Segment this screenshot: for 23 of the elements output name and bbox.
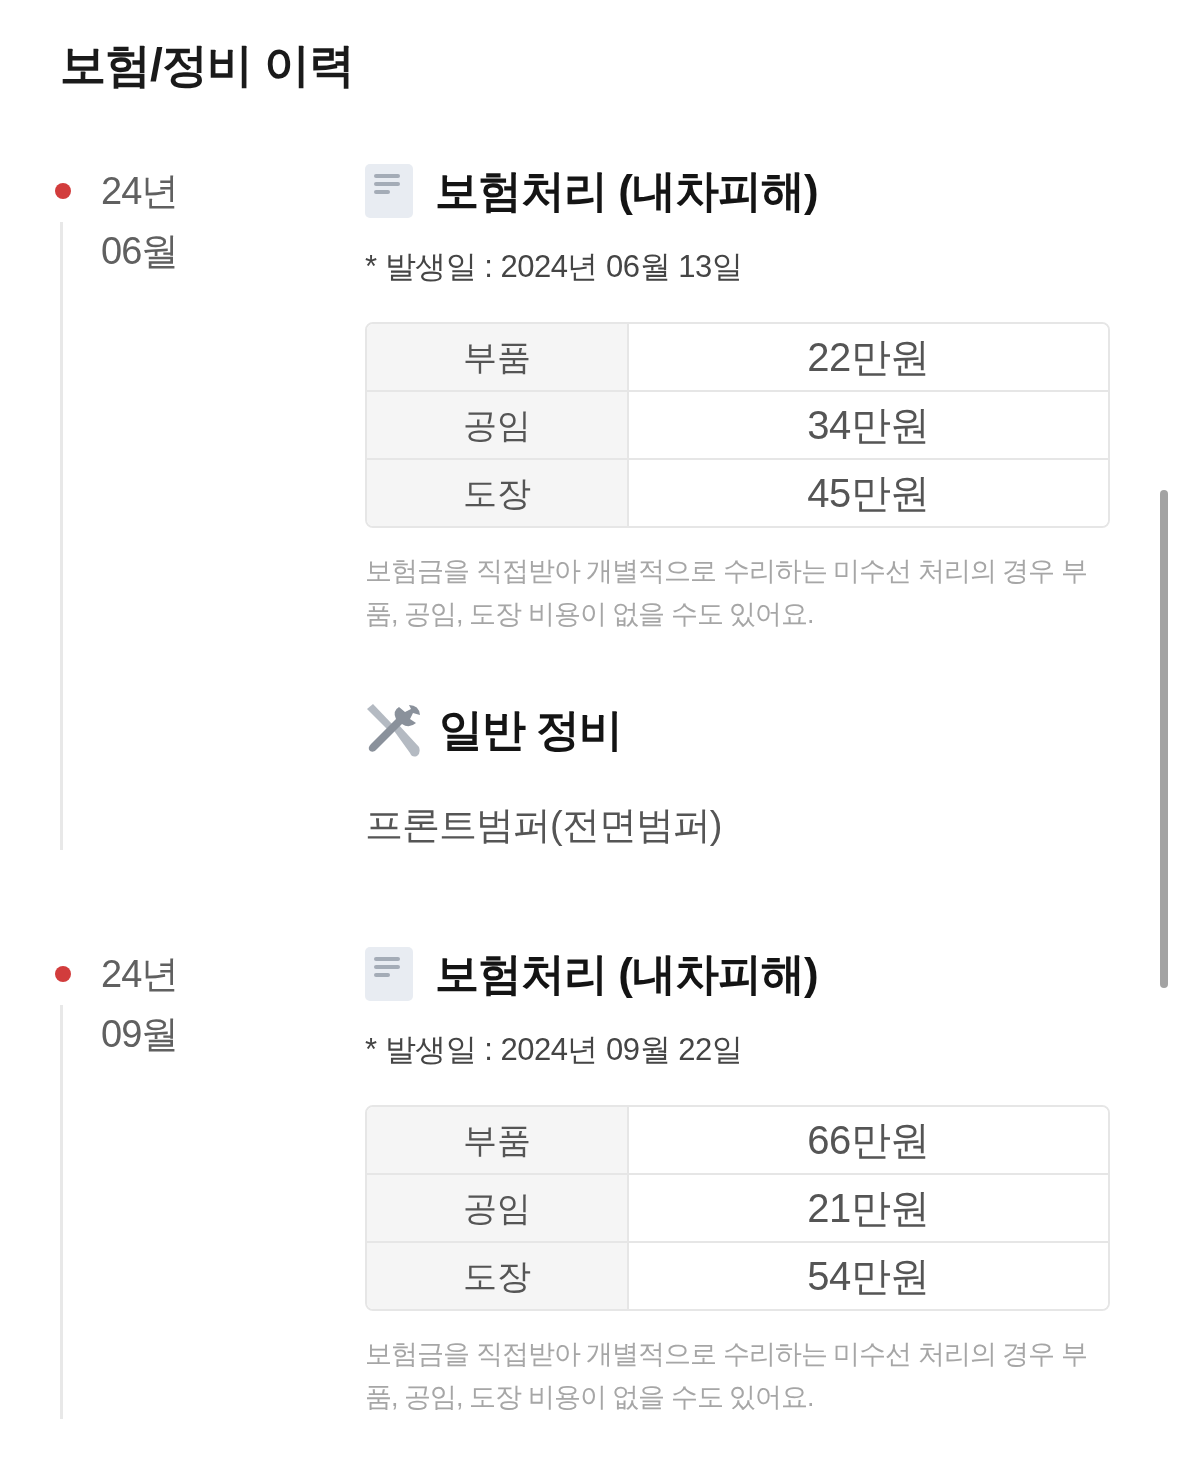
timeline-year: 24년: [101, 169, 179, 214]
occurrence-date: * 발생일 : 2024년 06월 13일: [365, 248, 744, 286]
timeline-year: 24년: [101, 952, 179, 997]
scrollbar-thumb[interactable]: [1160, 490, 1168, 988]
notice-text: 보험금을 직접받아 개별적으로 수리하는 미수선 처리의 경우 부품, 공임, 도장 비용이 없을 수도 있어요.: [365, 555, 1088, 631]
occurrence-date: * 발생일 : 2024년 09월 22일: [365, 1031, 744, 1069]
table-cell: 부품: [367, 324, 629, 390]
table-cell: 도장: [367, 460, 629, 526]
table-cell: 공임: [367, 1175, 629, 1241]
document-icon: [365, 947, 413, 1001]
document-icon: [365, 164, 413, 218]
notice-text: 보험금을 직접받아 개별적으로 수리하는 미수선 처리의 경우 부품, 공임, 도장 비용이 없을 수도 있어요.: [365, 1338, 1088, 1414]
repair-item: 프론트범퍼(전면범퍼): [365, 803, 723, 848]
wrench-screwdriver-icon: [365, 703, 421, 757]
record-title: 일반 정비: [439, 704, 623, 756]
table-cell: 공임: [367, 392, 629, 458]
record-title: 보험처리 (내차피해): [435, 948, 818, 1000]
table-cell: 부품: [367, 1107, 629, 1173]
table-cell: 도장: [367, 1243, 629, 1309]
page-title: 보험/정비 이력: [60, 38, 354, 93]
timeline-month: 06월: [101, 229, 179, 274]
timeline-month: 09월: [101, 1012, 179, 1057]
record-title: 보험처리 (내차피해): [435, 165, 818, 217]
